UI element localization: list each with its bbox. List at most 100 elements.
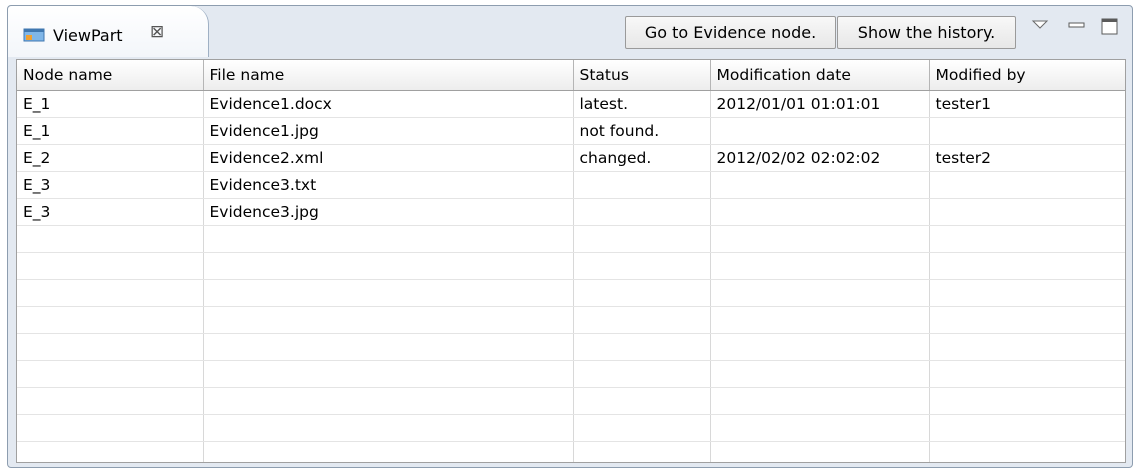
status-cell[interactable] (573, 252, 711, 280)
column-header-modification-date[interactable]: Modification date (710, 60, 930, 91)
column-header-file-name[interactable]: File name (203, 60, 574, 91)
node-name-cell[interactable]: E_1 (17, 117, 204, 145)
modified-by-cell[interactable] (929, 387, 1125, 415)
modification-date-cell[interactable] (710, 198, 930, 226)
modification-date-cell[interactable] (710, 117, 930, 145)
modification-date-cell[interactable] (710, 441, 930, 462)
table-row[interactable] (17, 387, 1125, 415)
table-row[interactable] (17, 252, 1125, 280)
node-name-cell[interactable] (17, 279, 204, 307)
status-cell[interactable] (573, 171, 711, 199)
file-name-cell[interactable]: Evidence3.txt (203, 171, 574, 199)
modification-date-cell[interactable] (710, 414, 930, 442)
view-menu-icon[interactable] (1028, 14, 1052, 38)
table-row[interactable] (17, 306, 1125, 334)
tab-viewpart[interactable]: ViewPart ⊠ (8, 6, 209, 57)
table-row[interactable] (17, 333, 1125, 361)
modified-by-cell[interactable] (929, 171, 1125, 199)
file-name-cell[interactable] (203, 306, 574, 334)
node-name-cell[interactable] (17, 306, 204, 334)
file-name-cell[interactable]: Evidence1.docx (203, 90, 574, 118)
status-cell[interactable] (573, 198, 711, 226)
modified-by-cell[interactable] (929, 252, 1125, 280)
node-name-cell[interactable] (17, 225, 204, 253)
node-name-cell[interactable]: E_1 (17, 90, 204, 118)
modification-date-cell[interactable] (710, 279, 930, 307)
column-header-modified-by[interactable]: Modified by (929, 60, 1125, 91)
modified-by-cell[interactable] (929, 198, 1125, 226)
file-name-cell[interactable] (203, 414, 574, 442)
table-row[interactable]: E_3 Evidence3.jpg (17, 198, 1125, 226)
close-icon[interactable]: ⊠ (150, 24, 166, 41)
modified-by-cell[interactable] (929, 225, 1125, 253)
file-name-cell[interactable] (203, 279, 574, 307)
status-cell[interactable]: not found. (573, 117, 711, 145)
modification-date-cell[interactable]: 2012/02/02 02:02:02 (710, 144, 930, 172)
modified-by-cell[interactable] (929, 279, 1125, 307)
modified-by-cell[interactable]: tester1 (929, 90, 1125, 118)
maximize-icon[interactable] (1098, 14, 1122, 38)
table-row[interactable] (17, 360, 1125, 388)
status-cell[interactable]: latest. (573, 90, 711, 118)
table-row[interactable] (17, 279, 1125, 307)
status-cell[interactable]: changed. (573, 144, 711, 172)
table-row[interactable] (17, 441, 1125, 462)
file-name-cell[interactable] (203, 225, 574, 253)
modification-date-cell[interactable] (710, 252, 930, 280)
table-row[interactable] (17, 414, 1125, 442)
tab-bar: ViewPart ⊠ Go to Evidence node. Show the… (8, 6, 1132, 57)
file-name-cell[interactable] (203, 252, 574, 280)
node-name-cell[interactable] (17, 387, 204, 415)
table-row[interactable]: E_1 Evidence1.jpg not found. (17, 117, 1125, 145)
table-row[interactable]: E_1 Evidence1.docx latest. 2012/01/01 01:01… (17, 90, 1125, 118)
go-to-evidence-node-button[interactable]: Go to Evidence node. (625, 16, 836, 49)
evidence-table: Node name File name Status Modification … (16, 59, 1126, 463)
modification-date-cell[interactable] (710, 360, 930, 388)
column-header-node-name[interactable]: Node name (17, 60, 204, 91)
status-cell[interactable] (573, 414, 711, 442)
modified-by-cell[interactable] (929, 441, 1125, 462)
file-name-cell[interactable] (203, 333, 574, 361)
modification-date-cell[interactable] (710, 225, 930, 253)
modified-by-cell[interactable] (929, 333, 1125, 361)
view-part: ViewPart ⊠ Go to Evidence node. Show the… (7, 5, 1133, 468)
modification-date-cell[interactable] (710, 387, 930, 415)
status-cell[interactable] (573, 441, 711, 462)
column-header-status[interactable]: Status (573, 60, 711, 91)
node-name-cell[interactable]: E_3 (17, 171, 204, 199)
modification-date-cell[interactable] (710, 306, 930, 334)
modified-by-cell[interactable]: tester2 (929, 144, 1125, 172)
node-name-cell[interactable] (17, 414, 204, 442)
modified-by-cell[interactable] (929, 117, 1125, 145)
status-cell[interactable] (573, 360, 711, 388)
show-history-button[interactable]: Show the history. (837, 16, 1016, 49)
node-name-cell[interactable] (17, 333, 204, 361)
minimize-icon[interactable] (1066, 14, 1090, 38)
modification-date-cell[interactable] (710, 171, 930, 199)
node-name-cell[interactable] (17, 252, 204, 280)
node-name-cell[interactable]: E_2 (17, 144, 204, 172)
status-cell[interactable] (573, 306, 711, 334)
file-name-cell[interactable] (203, 441, 574, 462)
file-name-cell[interactable]: Evidence1.jpg (203, 117, 574, 145)
table-row[interactable] (17, 225, 1125, 253)
status-cell[interactable] (573, 279, 711, 307)
modified-by-cell[interactable] (929, 306, 1125, 334)
file-name-cell[interactable] (203, 387, 574, 415)
file-name-cell[interactable]: Evidence2.xml (203, 144, 574, 172)
node-name-cell[interactable]: E_3 (17, 198, 204, 226)
table-row[interactable]: E_2 Evidence2.xml changed. 2012/02/02 02:02… (17, 144, 1125, 172)
modification-date-cell[interactable]: 2012/01/01 01:01:01 (710, 90, 930, 118)
status-cell[interactable] (573, 333, 711, 361)
modified-by-cell[interactable] (929, 360, 1125, 388)
status-cell[interactable] (573, 225, 711, 253)
node-name-cell[interactable] (17, 360, 204, 388)
modified-by-cell[interactable] (929, 414, 1125, 442)
status-cell[interactable] (573, 387, 711, 415)
node-name-cell[interactable] (17, 441, 204, 462)
file-name-cell[interactable]: Evidence3.jpg (203, 198, 574, 226)
modification-date-cell[interactable] (710, 333, 930, 361)
table-header-row: Node name File name Status Modification … (17, 60, 1125, 91)
table-row[interactable]: E_3 Evidence3.txt (17, 171, 1125, 199)
file-name-cell[interactable] (203, 360, 574, 388)
